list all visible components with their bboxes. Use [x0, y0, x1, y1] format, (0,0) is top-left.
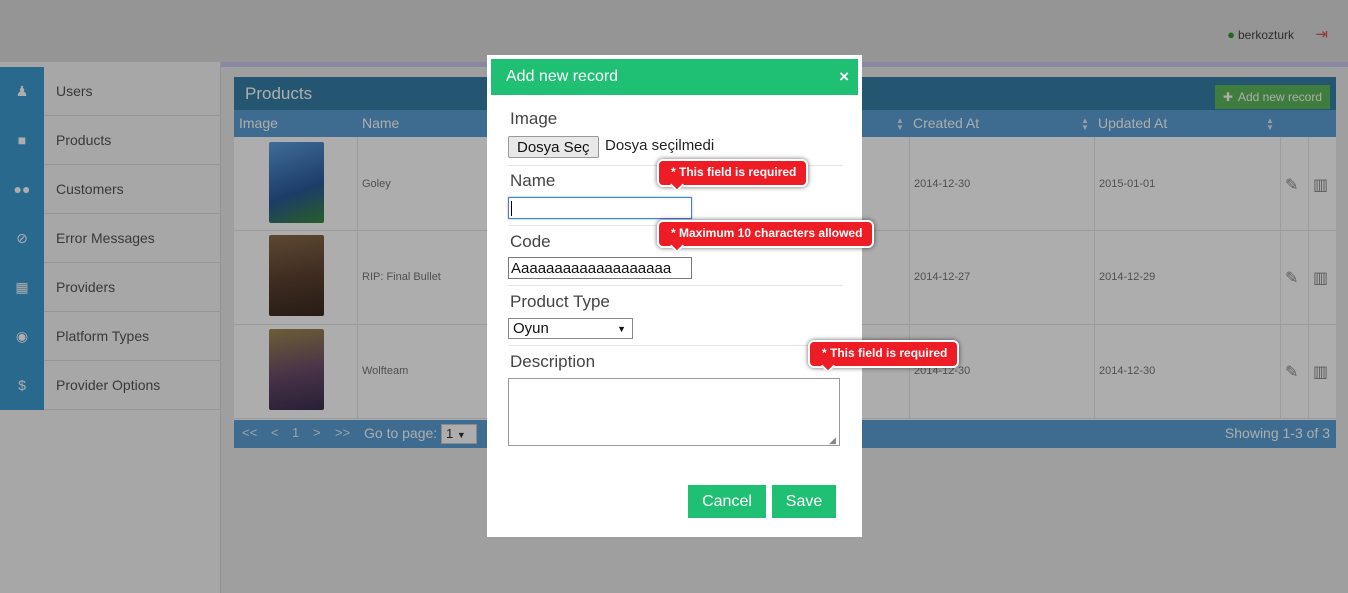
close-icon[interactable]: × — [839, 67, 849, 87]
file-status-text: Dosya seçilmedi — [605, 137, 715, 154]
description-error-tooltip: * This field is required — [808, 340, 960, 374]
text-caret — [511, 201, 512, 216]
code-error-tooltip: * Maximum 10 characters allowed — [657, 220, 875, 254]
error-text: * This field is required — [822, 346, 948, 360]
name-label: Name — [510, 171, 556, 190]
error-text: * Maximum 10 characters allowed — [671, 226, 863, 240]
name-error-tooltip: * This field is required — [657, 159, 809, 193]
code-input[interactable] — [508, 257, 692, 279]
dialog-header: Add new record × — [491, 59, 858, 95]
save-button[interactable]: Save — [772, 485, 836, 518]
code-label: Code — [510, 232, 551, 251]
add-record-dialog: Add new record × Image Dosya Seç Dosya s… — [487, 55, 862, 537]
dialog-title: Add new record — [506, 68, 619, 85]
field-separator — [508, 285, 843, 286]
product-type-label: Product Type — [510, 292, 610, 311]
choose-file-button[interactable]: Dosya Seç — [508, 136, 599, 158]
image-label: Image — [510, 109, 558, 128]
error-text: * This field is required — [671, 165, 797, 179]
resize-handle-icon[interactable]: ◢ — [829, 435, 836, 446]
product-type-value: Oyun — [513, 320, 549, 337]
description-textarea[interactable] — [508, 378, 840, 446]
chevron-down-icon: ▼ — [617, 324, 626, 334]
product-type-select[interactable]: Oyun ▼ — [508, 318, 633, 339]
field-separator — [508, 345, 843, 346]
description-label: Description — [510, 352, 596, 371]
name-input[interactable] — [508, 197, 692, 219]
cancel-button[interactable]: Cancel — [688, 485, 766, 518]
